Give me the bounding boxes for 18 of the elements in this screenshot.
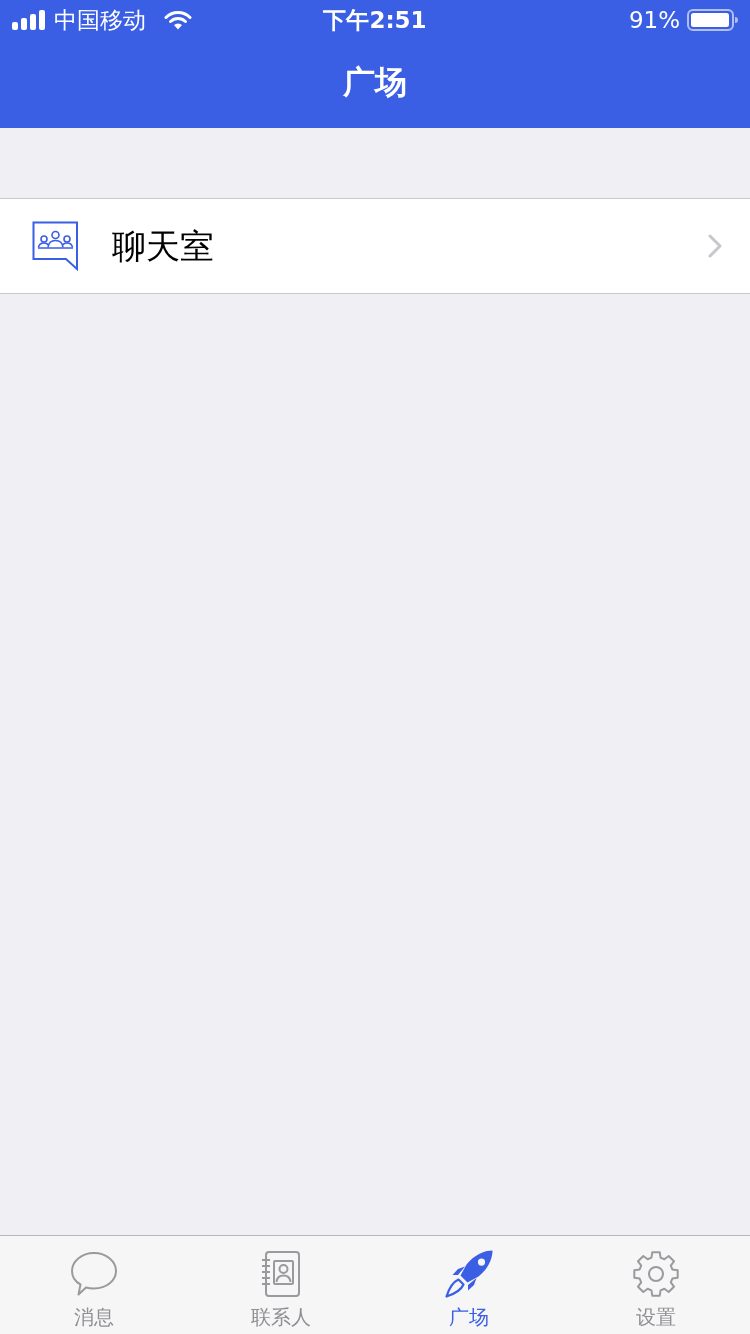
wifi-icon xyxy=(164,10,192,30)
settings-icon xyxy=(632,1250,681,1298)
speech-bubble-icon xyxy=(69,1251,118,1297)
signal-icon xyxy=(12,10,46,30)
battery-percent-text: 91% xyxy=(628,5,680,35)
battery-icon xyxy=(687,9,738,31)
group-chat-icon xyxy=(32,221,79,271)
page-title: 广场 xyxy=(343,62,407,103)
chevron-right-icon xyxy=(708,234,722,258)
tab-button[interactable]: 消息 xyxy=(0,1236,188,1334)
rocket-icon xyxy=(443,1249,494,1299)
tab-button[interactable]: 设置 xyxy=(562,1236,750,1334)
address-book-icon xyxy=(261,1251,302,1297)
tab-button[interactable]: 联系人 xyxy=(187,1236,375,1334)
carrier-text: 中国移动 xyxy=(54,5,146,35)
list-item[interactable]: 聊天室 xyxy=(0,198,750,294)
tab-button[interactable]: 广场 xyxy=(375,1236,563,1334)
time-text: 下午2:51 xyxy=(323,6,427,33)
